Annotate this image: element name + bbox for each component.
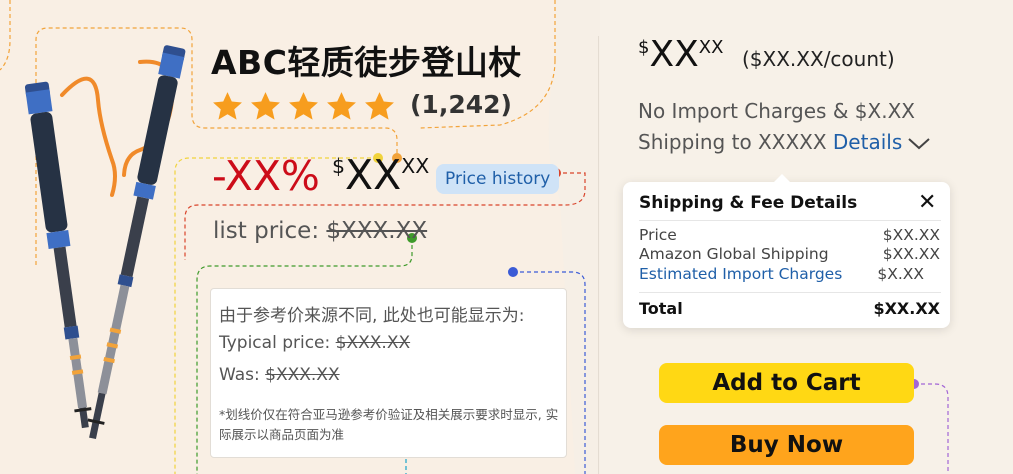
add-to-cart-button[interactable]: Add to Cart <box>659 363 914 403</box>
typical-price: Typical price: $XXX.XX <box>219 333 410 353</box>
reference-price-box: 由于参考价来源不同, 此处也可能显示为: Typical price: $XXX… <box>210 288 567 458</box>
details-link[interactable]: Details <box>833 130 902 154</box>
popover-divider <box>639 292 941 293</box>
rating-count-link[interactable]: (1,242) <box>410 90 512 119</box>
star-icon <box>213 92 242 120</box>
star-icon <box>365 92 394 120</box>
list-price-value: $XXX.XX <box>326 218 428 244</box>
buybox-currency-symbol: $ <box>638 36 650 58</box>
product-title: ABC轻质徒步登山杖 <box>211 43 522 82</box>
import-charges-text: No Import Charges & $X.XX <box>638 99 915 123</box>
column-divider <box>598 36 599 474</box>
deal-price: $XXXX <box>332 151 429 199</box>
shipping-destination: Shipping to XXXXX Details <box>638 130 902 154</box>
star-rating[interactable] <box>211 90 396 123</box>
typical-price-value: $XXX.XX <box>335 333 411 353</box>
annotation-dot-blue <box>508 267 518 277</box>
buy-now-button[interactable]: Buy Now <box>659 425 914 465</box>
popover-title: Shipping & Fee Details <box>639 193 858 213</box>
price-fraction: XX <box>401 154 430 179</box>
chevron-down-icon[interactable] <box>907 137 931 151</box>
close-icon[interactable]: ✕ <box>918 190 936 215</box>
star-icon <box>327 92 356 120</box>
import-charges-link[interactable]: Estimated Import Charges <box>639 265 842 283</box>
total-label: Total <box>639 299 683 318</box>
fee-row-label: Amazon Global Shipping <box>639 245 829 263</box>
shipping-fee-popover: Shipping & Fee Details ✕ Price $XX.XX Am… <box>623 174 950 328</box>
discount-percent: -XX% <box>212 152 320 200</box>
list-price: list price: $XXX.XX <box>213 218 427 244</box>
star-icon <box>251 92 280 120</box>
popover-pointer <box>773 174 791 183</box>
was-price: Was: $XXX.XX <box>219 365 340 385</box>
currency-symbol: $ <box>332 154 346 179</box>
shipping-destination-text: Shipping to XXXXX <box>638 130 827 154</box>
fee-row-value: $XX.XX <box>882 245 940 263</box>
list-price-label: list price: <box>213 218 320 244</box>
popover-divider <box>639 220 941 221</box>
buybox-price-whole: XX <box>649 34 699 75</box>
unit-price: ($XX.XX/count) <box>742 47 895 71</box>
buybox-price-fraction: XX <box>698 36 724 58</box>
fee-row-value: $XX.XX <box>882 226 940 244</box>
was-price-label: Was: <box>219 365 260 385</box>
star-icon <box>289 92 318 120</box>
fee-row-value: $X.XX <box>877 265 924 283</box>
fee-row-label: Price <box>639 226 677 244</box>
price-history-button[interactable]: Price history <box>436 164 560 194</box>
typical-price-label: Typical price: <box>219 333 331 353</box>
reference-footnote: *划线价仅在符合亚马逊参考价验证及相关展示要求时显示, 实际展示以商品页面为准 <box>219 407 559 442</box>
was-price-value: $XXX.XX <box>265 365 340 385</box>
total-value: $XX.XX <box>873 299 940 318</box>
reference-intro: 由于参考价来源不同, 此处也可能显示为: <box>219 306 525 326</box>
price-whole: XX <box>345 151 402 199</box>
buybox-price: $XXXX <box>638 34 723 75</box>
